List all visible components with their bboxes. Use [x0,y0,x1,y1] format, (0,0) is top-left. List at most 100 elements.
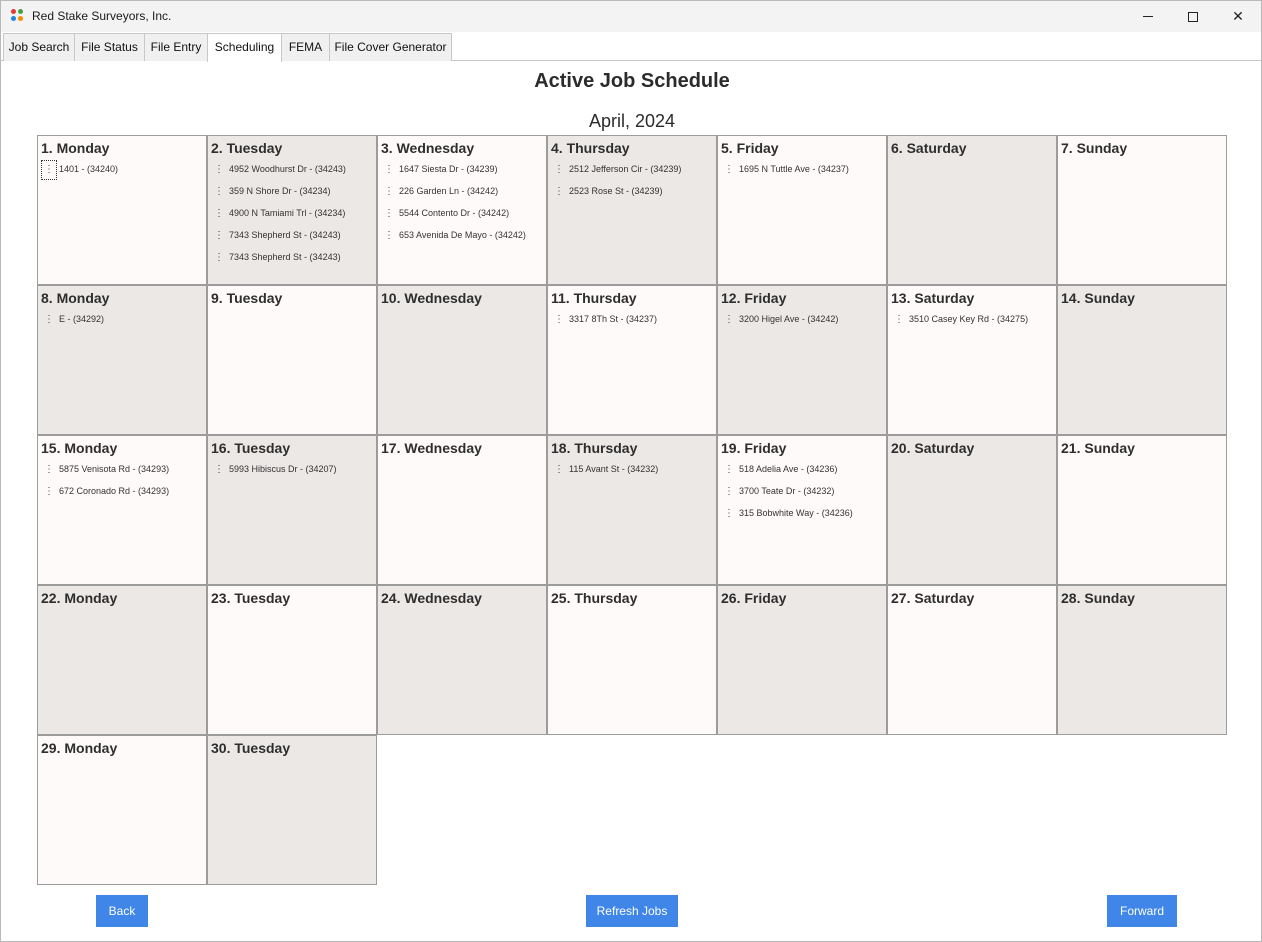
job-item[interactable]: ⋮ 226 Garden Ln - (34242) [382,182,498,200]
job-item[interactable]: ⋮ 2523 Rose St - (34239) [552,182,663,200]
calendar-day-cell[interactable]: 10. Wednesday [377,285,547,435]
calendar-day-cell[interactable]: 20. Saturday [887,435,1057,585]
drag-handle-icon[interactable]: ⋮ [382,227,396,245]
minimize-icon[interactable] [1125,1,1171,32]
drag-handle-icon[interactable]: ⋮ [552,183,566,201]
job-item[interactable]: ⋮ 1647 Siesta Dr - (34239) [382,160,498,178]
calendar-day-cell[interactable]: 4. Thursday ⋮ 2512 Jefferson Cir - (34239)… [547,135,717,285]
job-item[interactable]: ⋮ 115 Avant St - (34232) [552,460,658,478]
calendar-day-cell[interactable]: 24. Wednesday [377,585,547,735]
drag-handle-icon[interactable]: ⋮ [552,311,566,329]
drag-handle-icon[interactable]: ⋮ [42,461,56,479]
day-heading: 14. Sunday [1061,290,1135,306]
back-button[interactable]: Back [96,895,148,927]
job-item[interactable]: ⋮ 653 Avenida De Mayo - (34242) [382,226,526,244]
calendar-day-cell[interactable]: 21. Sunday [1057,435,1227,585]
job-item[interactable]: ⋮ 672 Coronado Rd - (34293) [42,482,169,500]
drag-handle-icon[interactable]: ⋮ [722,505,736,523]
job-item[interactable]: ⋮ 3700 Teate Dr - (34232) [722,482,834,500]
drag-handle-icon[interactable]: ⋮ [552,461,566,479]
job-label: 3510 Casey Key Rd - (34275) [909,314,1029,324]
window-title: Red Stake Surveyors, Inc. [32,9,172,23]
calendar-day-cell[interactable]: 6. Saturday [887,135,1057,285]
job-item[interactable]: ⋮ 5993 Hibiscus Dr - (34207) [212,460,337,478]
calendar-day-cell[interactable]: 12. Friday ⋮ 3200 Higel Ave - (34242) [717,285,887,435]
calendar-day-cell[interactable]: 5. Friday ⋮ 1695 N Tuttle Ave - (34237) [717,135,887,285]
calendar-day-cell[interactable]: 18. Thursday ⋮ 115 Avant St - (34232) [547,435,717,585]
tab-fema[interactable]: FEMA [281,33,330,61]
calendar-day-cell[interactable]: 14. Sunday [1057,285,1227,435]
calendar-day-cell[interactable]: 17. Wednesday [377,435,547,585]
drag-handle-icon[interactable]: ⋮ [382,205,396,223]
job-item[interactable]: ⋮ 3200 Higel Ave - (34242) [722,310,838,328]
job-label: 226 Garden Ln - (34242) [399,186,499,196]
job-item[interactable]: ⋮ 5875 Venisota Rd - (34293) [42,460,169,478]
calendar-day-cell[interactable]: 7. Sunday [1057,135,1227,285]
calendar-day-cell[interactable]: 8. Monday ⋮ E - (34292) [37,285,207,435]
drag-handle-icon[interactable]: ⋮ [722,461,736,479]
calendar-day-cell[interactable]: 1. Monday ⋮ 1401 - (34240) [37,135,207,285]
job-item[interactable]: ⋮ 1695 N Tuttle Ave - (34237) [722,160,849,178]
month-label: April, 2024 [588,111,676,131]
calendar-day-cell[interactable]: 29. Monday [37,735,207,885]
calendar-day-cell[interactable]: 11. Thursday ⋮ 3317 8Th St - (34237) [547,285,717,435]
day-heading: 7. Sunday [1061,140,1128,156]
drag-handle-icon[interactable]: ⋮ [212,227,226,245]
drag-handle-icon[interactable]: ⋮ [212,183,226,201]
calendar-day-cell[interactable]: 2. Tuesday ⋮ 4952 Woodhurst Dr - (34243) ⋮ 3… [207,135,377,285]
day-heading: 30. Tuesday [211,740,291,756]
drag-handle-icon[interactable]: ⋮ [382,183,396,201]
calendar-day-cell[interactable]: 16. Tuesday ⋮ 5993 Hibiscus Dr - (34207) [207,435,377,585]
calendar-day-cell[interactable]: 27. Saturday [887,585,1057,735]
drag-handle-icon[interactable]: ⋮ [552,161,566,179]
calendar-day-cell[interactable]: 25. Thursday [547,585,717,735]
day-heading: 21. Sunday [1061,440,1135,456]
title-bar[interactable]: Red Stake Surveyors, Inc. ✕ [1,1,1261,32]
maximize-icon[interactable] [1170,1,1216,32]
drag-handle-icon[interactable]: ⋮ [42,483,56,501]
tab-scheduling[interactable]: Scheduling [207,33,282,62]
drag-handle-icon[interactable]: ⋮ [722,161,736,179]
job-item[interactable]: ⋮ 4900 N Tamiami Trl - (34234) [212,204,345,222]
calendar-day-cell[interactable]: 19. Friday ⋮ 518 Adelia Ave - (34236) ⋮ 3700… [717,435,887,585]
tab-file-cover-generator[interactable]: File Cover Generator [329,33,452,61]
calendar-day-cell[interactable]: 23. Tuesday [207,585,377,735]
drag-handle-icon[interactable]: ⋮ [41,160,57,180]
job-item[interactable]: ⋮ 518 Adelia Ave - (34236) [722,460,837,478]
job-item[interactable]: ⋮ 7343 Shepherd St - (34243) [212,248,341,266]
job-item[interactable]: ⋮ 3510 Casey Key Rd - (34275) [892,310,1028,328]
drag-handle-icon[interactable]: ⋮ [212,205,226,223]
calendar-day-cell[interactable]: 9. Tuesday [207,285,377,435]
job-item[interactable]: ⋮ 2512 Jefferson Cir - (34239) [552,160,681,178]
calendar-day-cell[interactable]: 15. Monday ⋮ 5875 Venisota Rd - (34293) ⋮ 67… [37,435,207,585]
job-item[interactable]: ⋮ E - (34292) [42,310,104,328]
tab-file-entry[interactable]: File Entry [144,33,208,61]
job-label: 5875 Venisota Rd - (34293) [59,464,170,474]
job-item[interactable]: ⋮ 315 Bobwhite Way - (34236) [722,504,853,522]
job-item[interactable]: ⋮ 3317 8Th St - (34237) [552,310,657,328]
drag-handle-icon[interactable]: ⋮ [212,249,226,267]
calendar-day-cell[interactable]: 30. Tuesday [207,735,377,885]
drag-handle-icon[interactable]: ⋮ [722,311,736,329]
calendar-day-cell[interactable]: 13. Saturday ⋮ 3510 Casey Key Rd - (34275) [887,285,1057,435]
calendar-day-cell[interactable]: 3. Wednesday ⋮ 1647 Siesta Dr - (34239) ⋮ 22… [377,135,547,285]
forward-button[interactable]: Forward [1107,895,1177,927]
job-item[interactable]: ⋮ 4952 Woodhurst Dr - (34243) [212,160,346,178]
drag-handle-icon[interactable]: ⋮ [892,311,906,329]
calendar-day-cell[interactable]: 28. Sunday [1057,585,1227,735]
drag-handle-icon[interactable]: ⋮ [212,461,226,479]
drag-handle-icon[interactable]: ⋮ [382,161,396,179]
job-item[interactable]: ⋮ 5544 Contento Dr - (34242) [382,204,509,222]
drag-handle-icon[interactable]: ⋮ [42,311,56,329]
close-icon[interactable]: ✕ [1215,1,1261,32]
tab-job-search[interactable]: Job Search [3,33,75,61]
job-item[interactable]: ⋮ 7343 Shepherd St - (34243) [212,226,341,244]
calendar-day-cell[interactable]: 26. Friday [717,585,887,735]
job-item[interactable]: ⋮ 359 N Shore Dr - (34234) [212,182,331,200]
drag-handle-icon[interactable]: ⋮ [212,161,226,179]
drag-handle-icon[interactable]: ⋮ [722,483,736,501]
tab-file-status[interactable]: File Status [74,33,145,61]
refresh-jobs-button[interactable]: Refresh Jobs [586,895,678,927]
job-item[interactable]: ⋮ 1401 - (34240) [41,160,118,180]
calendar-day-cell[interactable]: 22. Monday [37,585,207,735]
